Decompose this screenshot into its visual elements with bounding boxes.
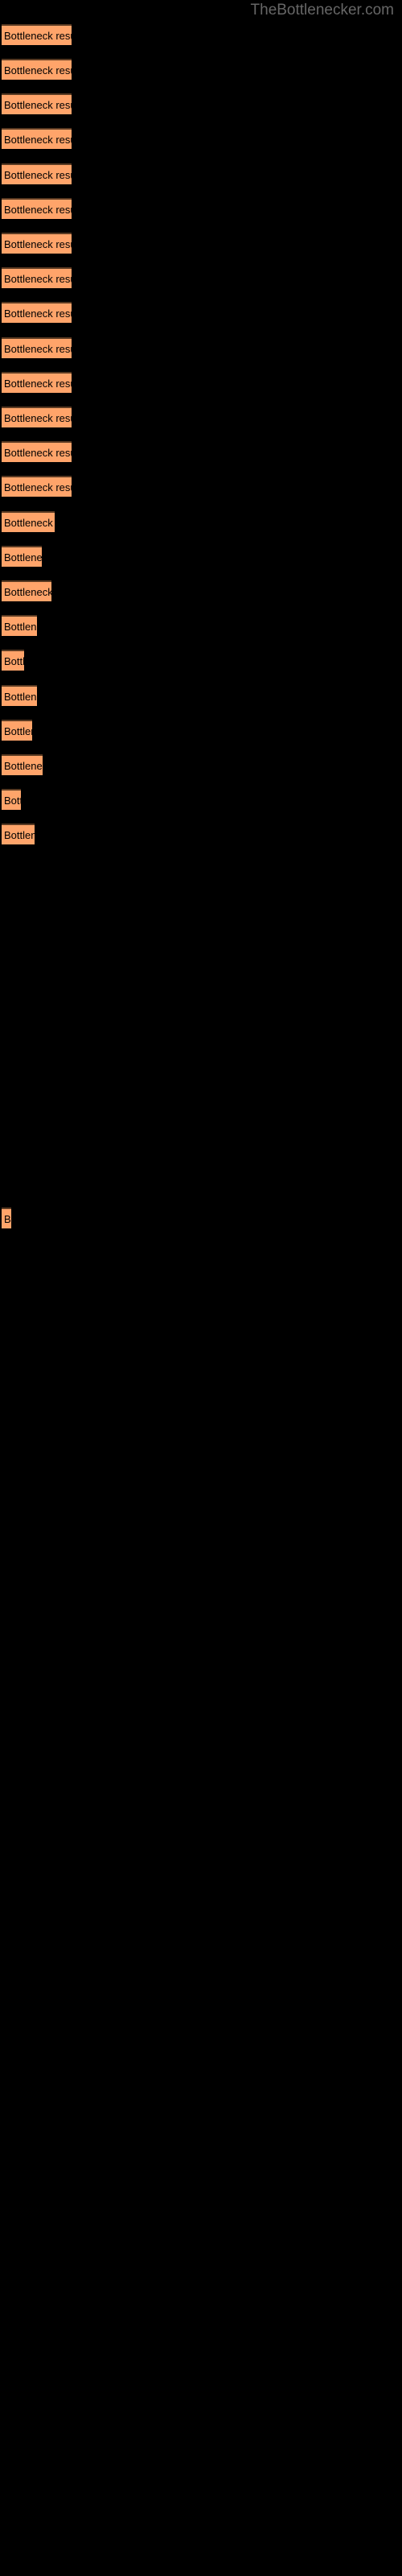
bar-19[interactable]: Bottleneck result (2, 650, 24, 671)
bar-17[interactable]: Bottleneck result (2, 580, 51, 601)
bar-series: Bottleneck result Bottleneck result Bottle… (0, 0, 402, 2576)
bar-label: Bottleneck result (4, 30, 72, 42)
bar-label: Bottleneck result (4, 760, 43, 772)
bar-label: Bottleneck result (4, 1213, 11, 1225)
bar-label: Bottleneck result (4, 169, 72, 181)
bar-label: Bottleneck result (4, 586, 51, 598)
bar-10[interactable]: Bottleneck result (2, 337, 72, 358)
bar-18[interactable]: Bottleneck result (2, 615, 37, 636)
bar-2[interactable]: Bottleneck result (2, 59, 72, 80)
bar-label: Bottleneck result (4, 343, 72, 355)
bar-12[interactable]: Bottleneck result (2, 407, 72, 427)
bar-label: Bottleneck result (4, 204, 72, 216)
bar-label: Bottleneck result (4, 378, 72, 390)
bar-22[interactable]: Bottleneck result (2, 754, 43, 775)
bar-15[interactable]: Bottleneck result (2, 511, 55, 532)
bar-3[interactable]: Bottleneck result (2, 93, 72, 114)
bar-label: Bottleneck result (4, 238, 72, 250)
bar-label: Bottleneck result (4, 481, 72, 493)
bar-9[interactable]: Bottleneck result (2, 302, 72, 323)
bar-label: Bottleneck result (4, 447, 72, 459)
bar-label: Bottleneck result (4, 517, 55, 529)
bar-16[interactable]: Bottleneck result (2, 546, 42, 567)
bar-label: Bottleneck result (4, 308, 72, 320)
bar-5[interactable]: Bottleneck result (2, 163, 72, 184)
bottleneck-chart: TheBottlenecker.com Bottleneck resultBot… (0, 0, 402, 2576)
bar-4[interactable]: Bottleneck result (2, 128, 72, 149)
bar-8[interactable]: Bottleneck result (2, 267, 72, 288)
bar-label: Bottleneck result (4, 64, 72, 76)
bar-23[interactable]: Bottleneck result (2, 789, 21, 810)
bar-25[interactable]: Bottleneck result (2, 1208, 11, 1228)
bar-label: Bottleneck result (4, 551, 42, 564)
bar-14[interactable]: Bottleneck result (2, 476, 72, 497)
bar-label: Bottleneck result (4, 99, 72, 111)
bar-label: Bottleneck result (4, 691, 37, 703)
bar-label: Bottleneck result (4, 621, 37, 633)
bar-21[interactable]: Bottleneck result (2, 720, 32, 741)
bar-7[interactable]: Bottleneck result (2, 233, 72, 254)
bar-1[interactable]: Bottleneck result (2, 24, 72, 45)
bar-label: Bottleneck result (4, 725, 32, 737)
bar-6[interactable]: Bottleneck result (2, 198, 72, 219)
bar-label: Bottleneck result (4, 134, 72, 146)
bar-20[interactable]: Bottleneck result (2, 685, 37, 706)
bar-13[interactable]: Bottleneck result (2, 441, 72, 462)
bar-label: Bottleneck result (4, 273, 72, 285)
bar-label: Bottleneck result (4, 412, 72, 424)
bar-11[interactable]: Bottleneck result (2, 372, 72, 393)
bar-label: Bottleneck result (4, 829, 35, 841)
bar-label: Bottleneck result (4, 795, 21, 807)
bar-label: Bottleneck result (4, 655, 24, 667)
bar-24[interactable]: Bottleneck result (2, 824, 35, 844)
